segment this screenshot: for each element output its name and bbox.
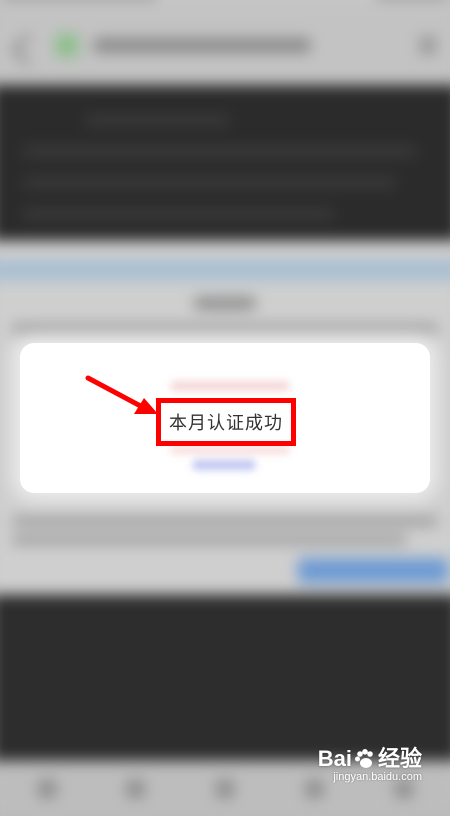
highlight-box: 本月认证成功: [156, 398, 296, 446]
status-bar: [0, 0, 450, 7]
tab-icon[interactable]: [37, 779, 57, 799]
content-line: [11, 324, 439, 334]
content-action-button[interactable]: [297, 558, 449, 584]
dark-bottom-block: [0, 594, 450, 761]
content-line: [11, 535, 407, 545]
tab-icon[interactable]: [126, 779, 145, 799]
annotation-arrow-icon: [85, 375, 158, 414]
baidu-jingyan-watermark: Bai 经验 jingyan.baidu.com: [318, 747, 422, 784]
dark-line: [22, 147, 418, 156]
dark-line: [22, 178, 397, 187]
content-heading: [193, 297, 257, 310]
dialog-blurred-line: [170, 446, 290, 454]
dialog-blurred-line: [170, 381, 290, 391]
dark-line: [22, 209, 335, 218]
dark-content-block: [0, 84, 450, 241]
navigation-bar: [0, 6, 450, 85]
watermark-brand-prefix: Bai: [317, 746, 352, 771]
back-arrow-icon[interactable]: [11, 33, 44, 66]
page-title-blurred: [92, 38, 312, 53]
tab-icon[interactable]: [215, 779, 235, 799]
content-strip: [0, 259, 450, 281]
paw-icon: [354, 749, 373, 768]
success-message: 本月认证成功: [169, 413, 283, 434]
dark-line: [84, 116, 231, 125]
content-line: [11, 516, 439, 526]
site-favicon-icon: [55, 33, 79, 57]
watermark-url: jingyan.baidu.com: [333, 771, 422, 783]
more-icon[interactable]: [419, 36, 437, 55]
watermark-brand-suffix: 经验: [377, 746, 422, 771]
dialog-blurred-link[interactable]: [192, 460, 256, 470]
watermark-logo: Bai 经验: [318, 747, 422, 771]
